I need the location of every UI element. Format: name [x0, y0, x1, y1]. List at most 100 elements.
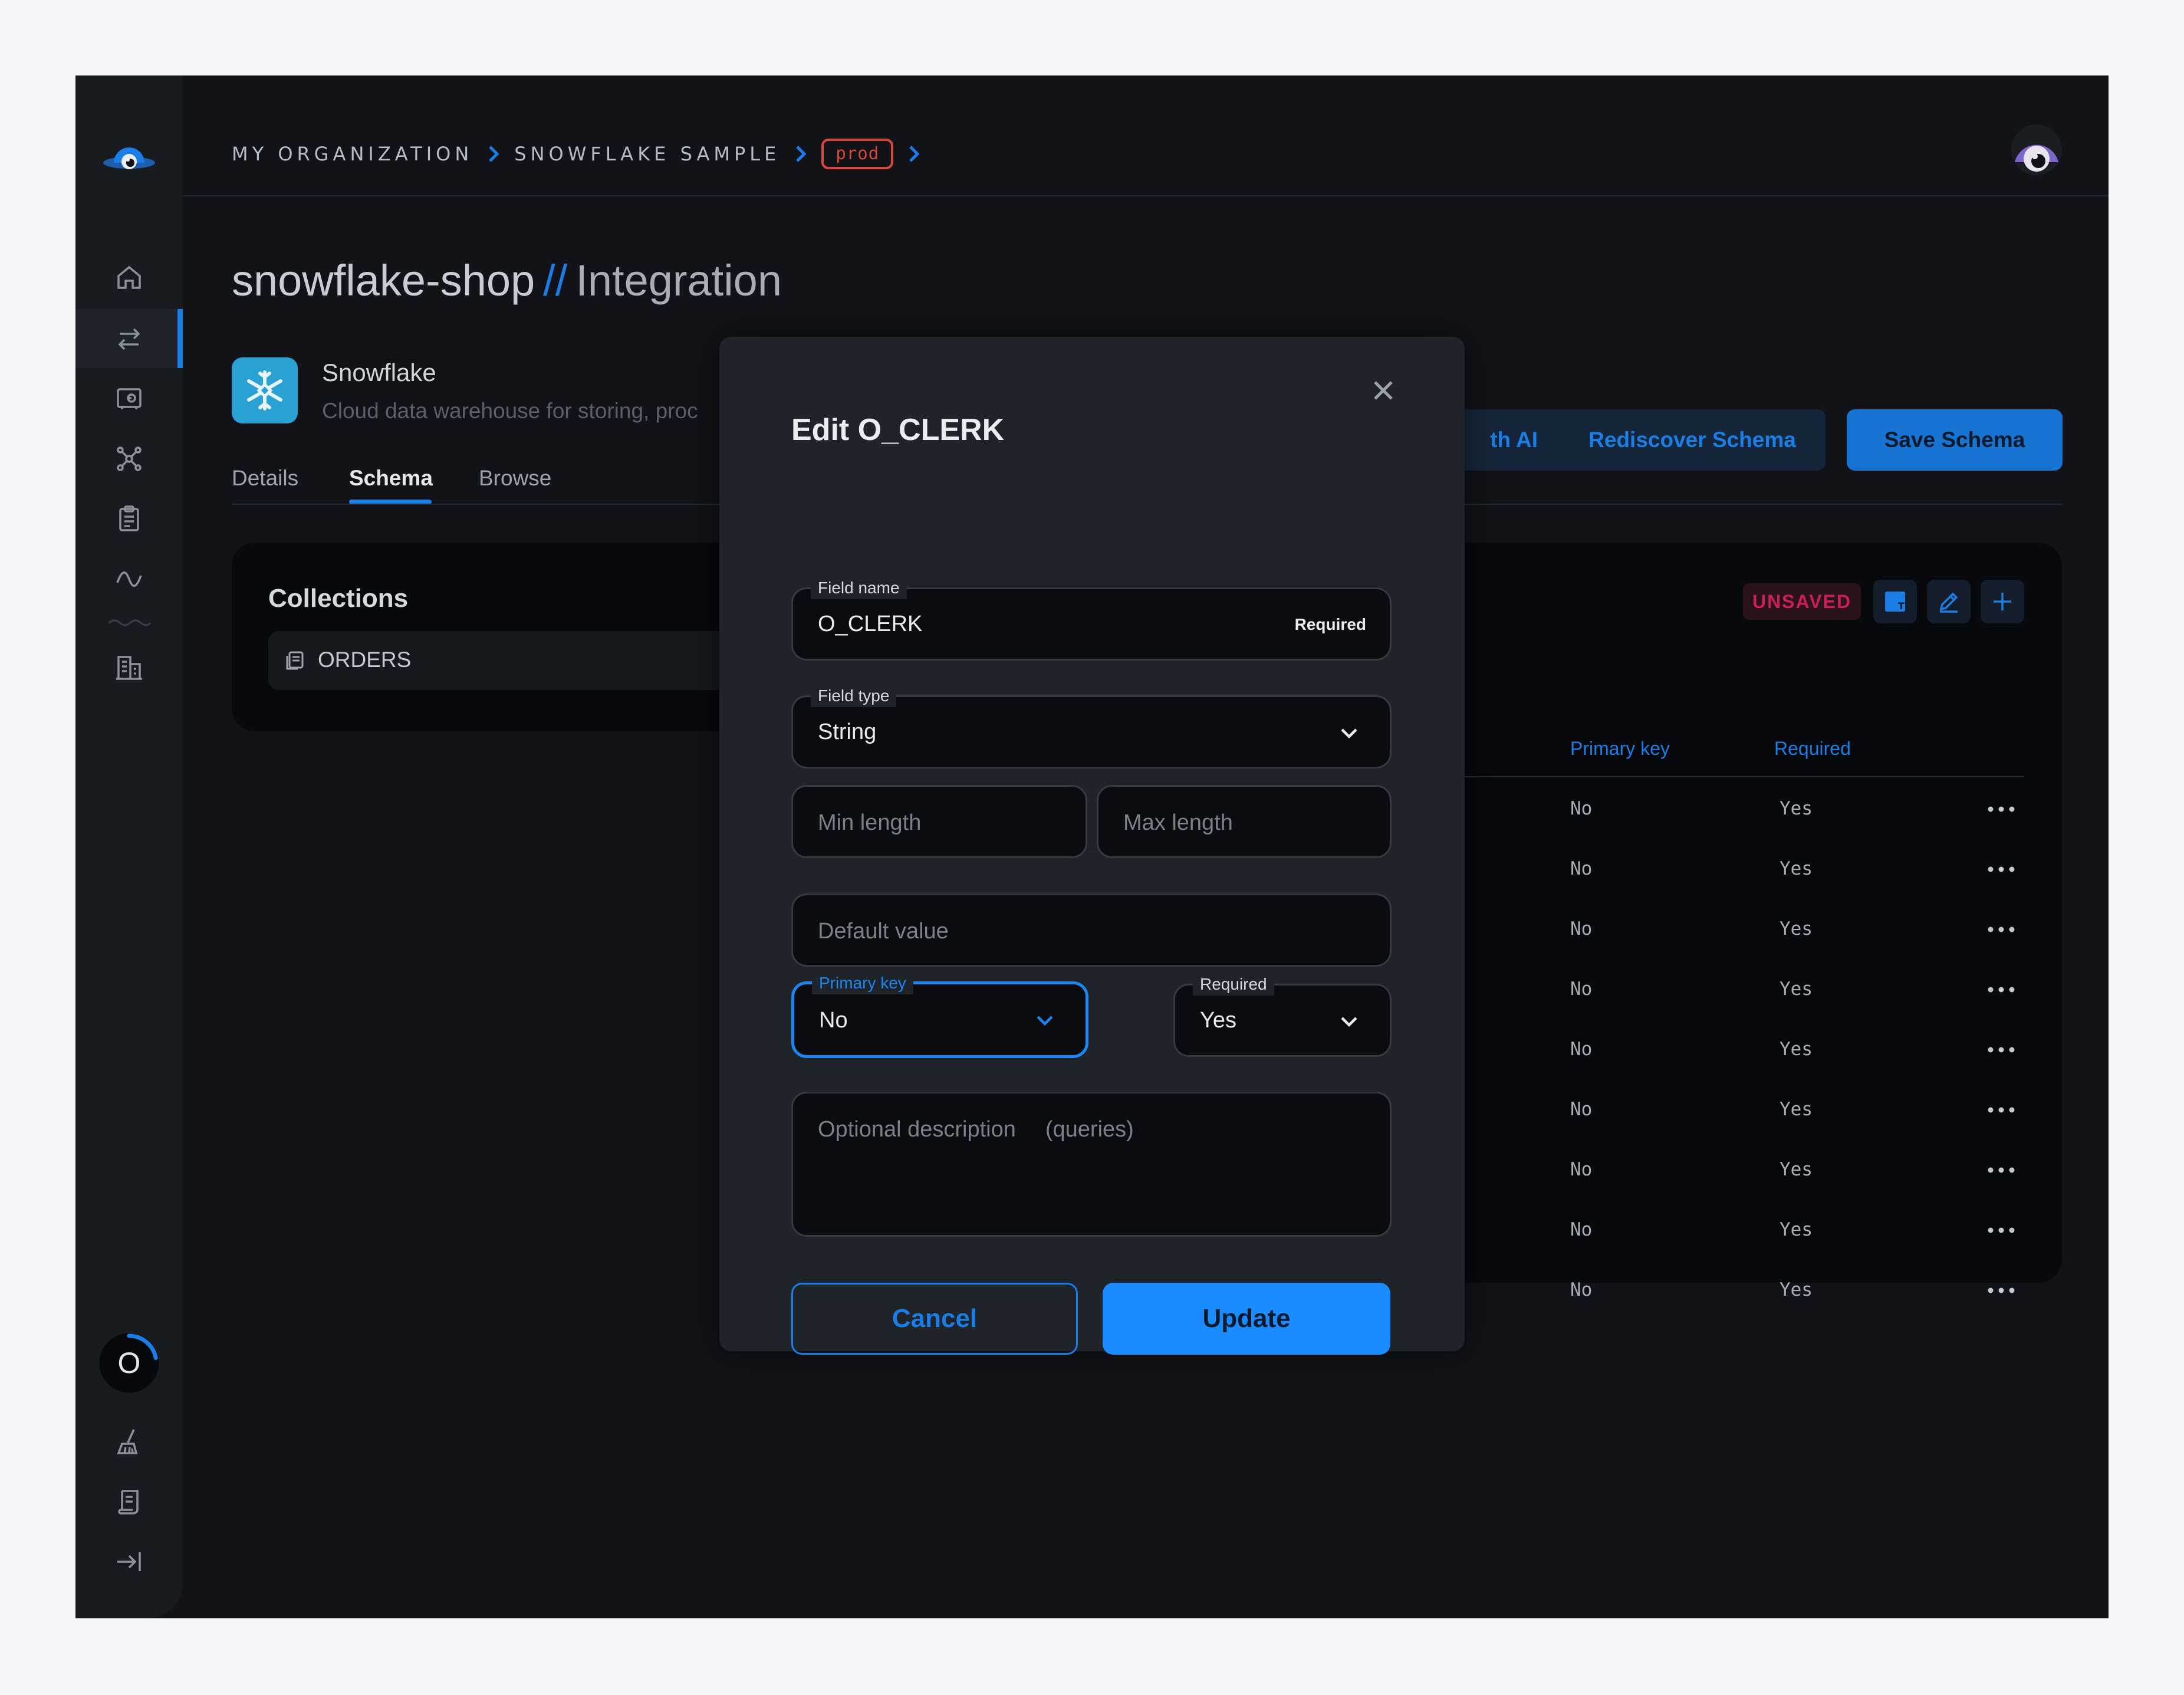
- field-type-select[interactable]: Field type String: [791, 685, 1392, 768]
- sidebar-active-indicator: [177, 309, 183, 368]
- page-title-separator: //: [543, 256, 568, 305]
- required-label: Required: [1193, 973, 1274, 996]
- required-value: Yes: [1200, 1008, 1236, 1033]
- usage-progress-label: O: [117, 1346, 141, 1379]
- tab-details[interactable]: Details: [232, 466, 298, 491]
- description-hint: (queries): [1045, 1117, 1134, 1142]
- home-icon: [117, 265, 141, 289]
- field-row-required: Yes: [1780, 978, 1813, 1000]
- row-more-options-icon[interactable]: [1984, 860, 2019, 878]
- field-row-primary-key: No: [1570, 1219, 1593, 1240]
- row-more-options-icon[interactable]: [1984, 921, 2019, 938]
- breadcrumb-separator: [473, 144, 514, 164]
- app-logo-icon: [103, 147, 155, 169]
- typescript-icon: TS: [1885, 592, 1907, 612]
- chevron-right-icon: [796, 146, 807, 162]
- default-value-input[interactable]: Default value: [791, 894, 1392, 967]
- row-more-options-icon[interactable]: [1984, 1221, 2019, 1239]
- edit-field-modal: Edit O_CLERK Field name O_CLERK Required…: [719, 337, 1465, 1355]
- plus-icon: [1994, 593, 2011, 610]
- breadcrumb-separator[interactable]: [893, 144, 935, 164]
- column-header-required: Required: [1774, 738, 1851, 759]
- snowflake-icon: [247, 370, 282, 410]
- field-row-required: Yes: [1780, 1159, 1813, 1180]
- field-row-required: Yes: [1780, 1099, 1813, 1120]
- required-select[interactable]: Required Yes: [1173, 973, 1392, 1057]
- typescript-export-button[interactable]: TS: [1873, 580, 1917, 623]
- collection-item-label: ORDERS: [318, 648, 412, 672]
- field-name-required-tag: Required: [1294, 615, 1366, 633]
- fields-panel: [1432, 543, 2062, 1283]
- column-header-primary-key: Primary key: [1570, 738, 1670, 759]
- save-schema-button[interactable]: Save Schema: [1847, 409, 2063, 471]
- row-more-options-icon[interactable]: [1984, 1041, 2019, 1059]
- field-name-input[interactable]: Field name O_CLERK Required: [791, 577, 1392, 661]
- description-textarea[interactable]: Optional description (queries): [791, 1092, 1392, 1237]
- row-more-options-icon[interactable]: [1984, 1161, 2019, 1179]
- field-row-primary-key: No: [1570, 1159, 1593, 1180]
- update-button[interactable]: Update: [1103, 1283, 1390, 1355]
- field-name-label: Field name: [811, 577, 907, 599]
- field-row-primary-key: No: [1570, 798, 1593, 819]
- field-row-required: Yes: [1780, 918, 1813, 940]
- sidebar-item-cleanup[interactable]: [75, 1412, 183, 1471]
- building-icon: [116, 656, 142, 680]
- breadcrumb-organization[interactable]: MY ORGANIZATION: [232, 143, 473, 165]
- sidebar-item-monitoring[interactable]: [75, 550, 183, 609]
- field-type-label: Field type: [811, 685, 897, 707]
- sidebar-item-integrations[interactable]: [75, 309, 183, 368]
- min-length-input[interactable]: Min length: [791, 785, 1087, 858]
- header-divider: [183, 195, 2109, 196]
- tab-browse[interactable]: Browse: [479, 466, 551, 491]
- collapse-right-icon: [117, 1552, 141, 1571]
- vault-icon: [117, 388, 142, 409]
- description-placeholder: Optional description (queries): [818, 1117, 1134, 1142]
- field-row-primary-key: No: [1570, 858, 1593, 879]
- sidebar-item-home[interactable]: [75, 248, 183, 307]
- copy-stack-icon: [286, 651, 304, 670]
- page-title-name: snowflake-shop: [232, 256, 535, 305]
- field-name-value: O_CLERK: [818, 612, 923, 636]
- field-row-primary-key: No: [1570, 918, 1593, 940]
- environment-badge[interactable]: prod: [821, 139, 894, 169]
- max-length-placeholder: Max length: [1123, 810, 1233, 835]
- network-graph-icon: [117, 446, 142, 471]
- row-more-options-icon[interactable]: [1984, 800, 2019, 818]
- field-type-chevron: [1339, 727, 1359, 740]
- connector-description: Cloud data warehouse for storing, proc: [322, 399, 698, 423]
- user-avatar[interactable]: [2011, 124, 2062, 175]
- scroll-document-icon: [118, 1490, 139, 1515]
- sidebar-item-organization[interactable]: [75, 638, 183, 697]
- snowflake-logo-icon: [232, 357, 298, 423]
- collections-title: Collections: [268, 584, 409, 613]
- breadcrumb-project[interactable]: SNOWFLAKE SAMPLE: [514, 143, 780, 165]
- close-modal-button[interactable]: [1366, 373, 1400, 408]
- sidebar-item-graph[interactable]: [75, 429, 183, 488]
- sidebar-item-tasks[interactable]: [75, 490, 183, 548]
- field-row-primary-key: No: [1570, 978, 1593, 1000]
- edit-collection-button[interactable]: [1927, 580, 1971, 623]
- table-header-divider: [1432, 776, 2024, 777]
- row-more-options-icon[interactable]: [1984, 1101, 2019, 1119]
- field-row-primary-key: No: [1570, 1039, 1593, 1060]
- add-field-button[interactable]: [1981, 580, 2024, 623]
- primary-key-chevron: [1035, 1014, 1055, 1027]
- sidebar-collapse-button[interactable]: [75, 1532, 183, 1591]
- max-length-input[interactable]: Max length: [1097, 785, 1392, 858]
- rediscover-schema-button[interactable]: Rediscover Schema: [1559, 409, 1826, 471]
- description-placeholder-text: Optional description: [818, 1117, 1016, 1142]
- row-more-options-icon[interactable]: [1984, 981, 2019, 998]
- close-icon: [1374, 381, 1393, 400]
- row-more-options-icon[interactable]: [1984, 1282, 2019, 1299]
- cancel-button[interactable]: Cancel: [791, 1283, 1078, 1355]
- primary-key-select[interactable]: Primary key No: [791, 972, 1088, 1058]
- sidebar-item-vault[interactable]: [75, 369, 183, 428]
- connector-name: Snowflake: [322, 359, 436, 386]
- sidebar-item-docs[interactable]: [75, 1472, 183, 1531]
- sidebar: O: [75, 75, 183, 1618]
- primary-key-value: No: [819, 1008, 848, 1033]
- tab-schema[interactable]: Schema: [349, 466, 433, 491]
- default-value-placeholder: Default value: [818, 919, 949, 944]
- field-row-required: Yes: [1780, 1219, 1813, 1240]
- page-background: O MY ORGANIZATION SNOWFLAKE SAMPLE prod …: [0, 0, 2184, 1695]
